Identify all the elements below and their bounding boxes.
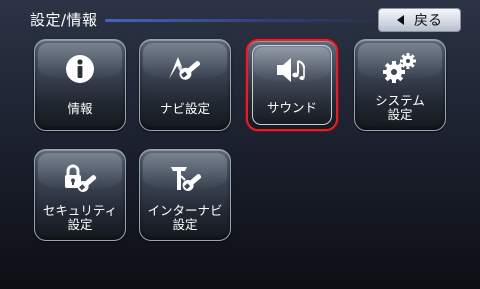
tile-security-settings[interactable]: セキュリティ 設定 <box>34 149 126 241</box>
tile-info-label: 情報 <box>67 101 93 116</box>
tile-system-settings-label: システム 設定 <box>375 93 425 122</box>
speaker-music-icon <box>248 53 336 87</box>
tile-system-settings[interactable]: システム 設定 <box>354 39 446 131</box>
back-button[interactable]: 戻る <box>378 8 461 32</box>
tile-sound[interactable]: サウンド <box>246 39 338 131</box>
tile-security-settings-label: セキュリティ 設定 <box>42 203 118 232</box>
lock-wrench-icon <box>35 162 125 196</box>
header-divider <box>105 19 380 22</box>
tile-internavi-settings-label: インターナビ 設定 <box>147 203 223 232</box>
info-icon <box>35 52 125 86</box>
tile-info[interactable]: 情報 <box>34 39 126 131</box>
tile-navi-settings-label: ナビ設定 <box>159 101 210 116</box>
back-arrow-icon <box>397 15 404 25</box>
internavi-wrench-icon <box>140 162 230 196</box>
navi-wrench-icon <box>140 52 230 86</box>
tile-navi-settings[interactable]: ナビ設定 <box>139 39 231 131</box>
header-bar: 設定/情報 戻る <box>0 0 480 32</box>
tile-internavi-settings[interactable]: インターナビ 設定 <box>139 149 231 241</box>
back-button-label: 戻る <box>414 13 442 29</box>
tile-sound-label: サウンド <box>266 100 317 115</box>
gears-icon <box>355 52 445 86</box>
page-title: 設定/情報 <box>30 11 98 29</box>
